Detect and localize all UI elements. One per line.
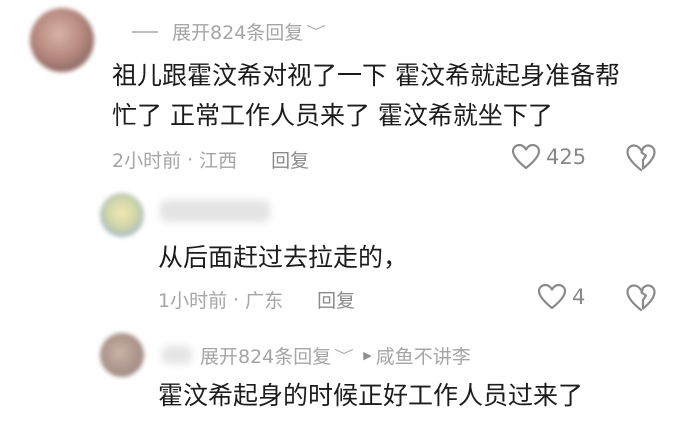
comment-time: 2小时前 <box>112 150 182 172</box>
comment-text: 祖儿跟霍汶希对视了一下 霍汶希就起身准备帮 忙了 正常工作人员来了 霍汶希就坐下… <box>112 56 620 136</box>
chevron-down-icon: ﹀ <box>306 24 327 41</box>
meta-separator: · <box>187 148 194 171</box>
comment-text-line: 祖儿跟霍汶希对视了一下 霍汶希就起身准备帮 <box>112 61 620 90</box>
like-button[interactable]: 425 <box>512 144 586 170</box>
chevron-down-icon: ﹀ <box>334 348 355 365</box>
reply-button[interactable]: 回复 <box>317 286 355 313</box>
reply-to-username[interactable]: 咸鱼不讲李 <box>376 342 471 369</box>
expand-replies-label: 展开824条回复 <box>172 22 304 44</box>
blurred-username <box>162 346 192 364</box>
broken-heart-icon <box>626 284 656 312</box>
expand-replies-label: 展开824条回复 <box>200 346 332 368</box>
play-triangle-icon: ▶ <box>363 349 372 362</box>
comment-location: 江西 <box>199 150 238 172</box>
blurred-username <box>160 200 270 222</box>
expand-replies-button[interactable]: 展开824条回复 ﹀ <box>132 18 327 45</box>
meta-separator: · <box>233 288 240 311</box>
broken-heart-icon <box>626 144 656 172</box>
like-count: 425 <box>546 145 587 169</box>
comment-text: 霍汶希起身的时候正好工作人员过来了 <box>158 381 584 410</box>
dislike-button[interactable] <box>626 144 656 176</box>
dislike-button[interactable] <box>626 284 656 316</box>
divider-dash <box>132 30 158 33</box>
like-button[interactable]: 4 <box>538 284 585 310</box>
comment-time: 1小时前 <box>158 290 228 312</box>
comment-thread: 展开824条回复 ﹀ 祖儿跟霍汶希对视了一下 霍汶希就起身准备帮 忙了 正常工作… <box>0 0 690 422</box>
comment-text: 从后面赶过去拉走的， <box>158 243 409 272</box>
heart-outline-icon <box>538 284 566 310</box>
comment-location: 广东 <box>245 290 284 312</box>
heart-outline-icon <box>512 144 540 170</box>
avatar[interactable] <box>100 193 144 237</box>
reply-button[interactable]: 回复 <box>271 146 309 173</box>
comment-text-line: 忙了 正常工作人员来了 霍汶希就坐下了 <box>112 101 553 130</box>
avatar[interactable] <box>100 333 144 377</box>
like-count: 4 <box>572 285 586 309</box>
comment-meta: 2小时前 · 江西 回复 <box>112 146 309 173</box>
avatar[interactable] <box>30 8 94 72</box>
comment-meta: 1小时前 · 广东 回复 <box>158 286 355 313</box>
expand-replies-button[interactable]: 展开824条回复 ﹀ ▶ 咸鱼不讲李 <box>200 342 471 369</box>
